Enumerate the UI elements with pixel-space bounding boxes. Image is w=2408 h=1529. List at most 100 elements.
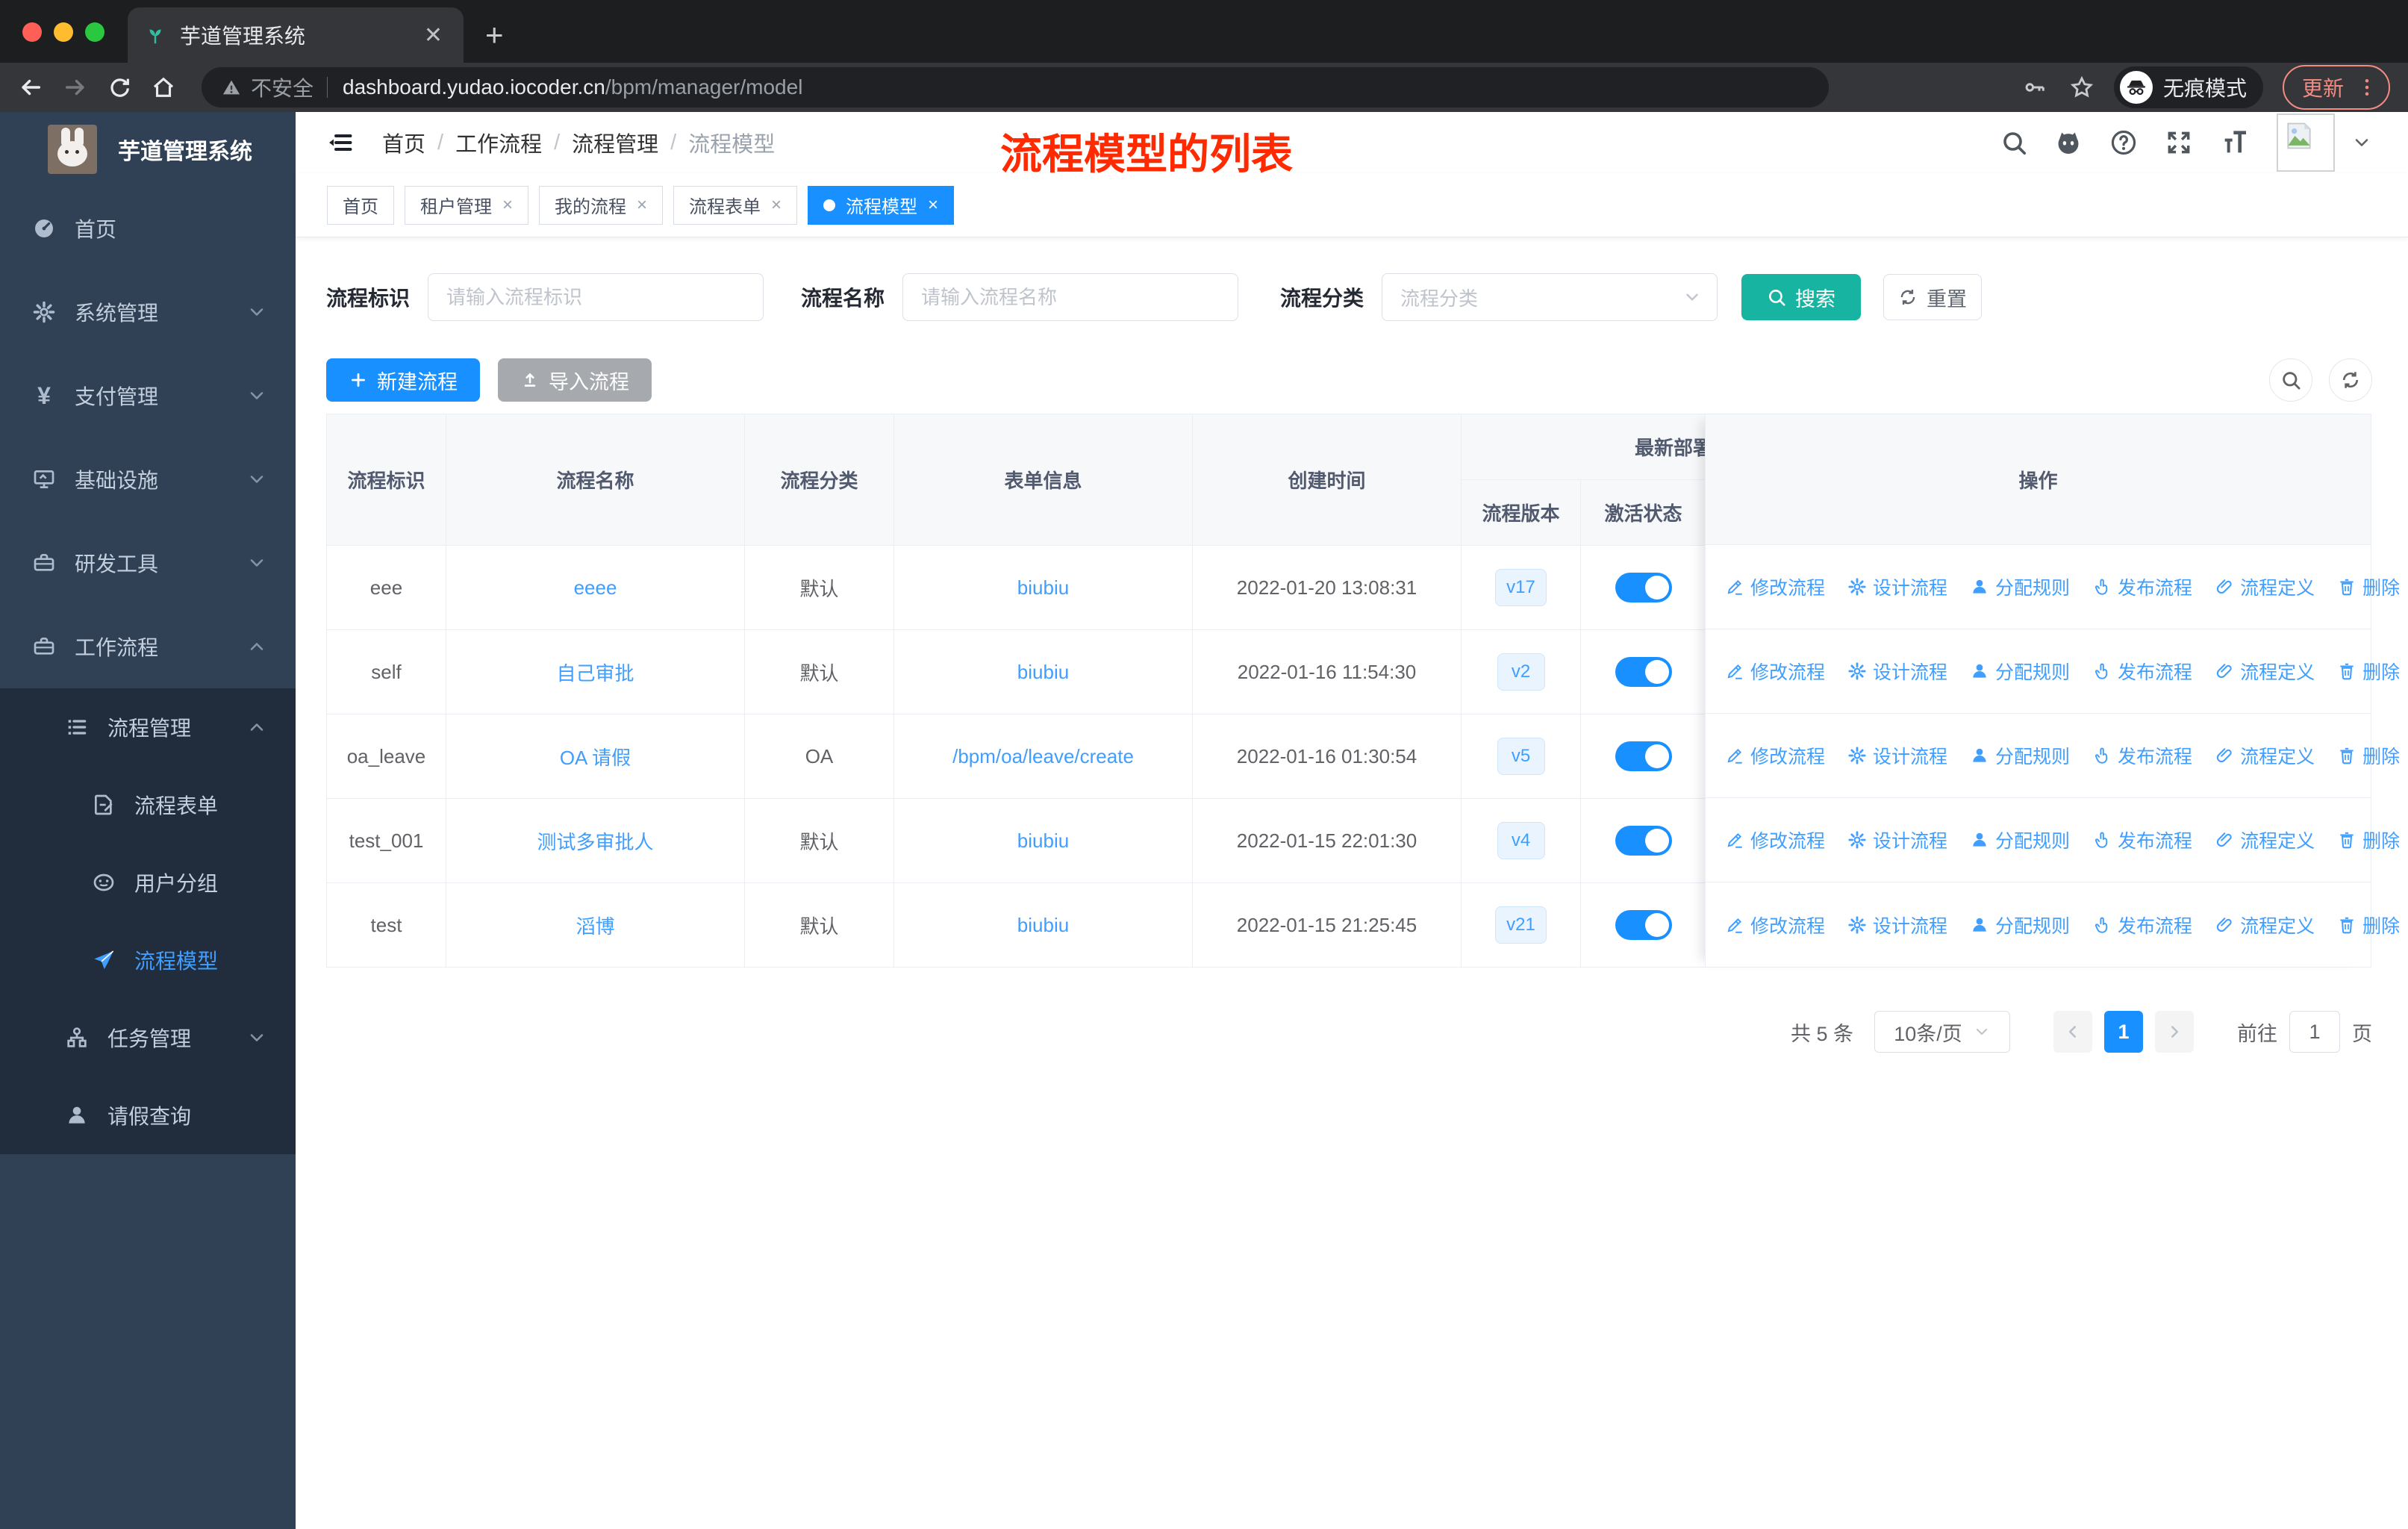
version-badge[interactable]: v5 (1497, 738, 1545, 775)
action-edit-link[interactable]: 修改流程 (1725, 658, 1825, 685)
avatar[interactable] (2277, 113, 2335, 172)
browser-menu-icon[interactable] (2356, 76, 2378, 99)
maximize-window-button[interactable] (85, 22, 105, 42)
close-tag-icon[interactable]: × (502, 195, 513, 216)
action-assign-link[interactable]: 分配规则 (1970, 573, 2070, 600)
tag-process-form[interactable]: 流程表单 × (673, 185, 798, 225)
avatar-caret-icon[interactable] (2351, 132, 2372, 153)
close-tag-icon[interactable]: × (771, 195, 782, 216)
action-design-link[interactable]: 设计流程 (1847, 573, 1947, 600)
action-definition-link[interactable]: 流程定义 (2215, 573, 2315, 600)
process-name-input[interactable] (902, 273, 1239, 321)
sidebar-item-task-management[interactable]: 任务管理 (0, 999, 296, 1077)
version-badge[interactable]: v2 (1497, 653, 1545, 691)
sidebar-item-system[interactable]: 系统管理 (0, 270, 296, 354)
form-info-link[interactable]: biubiu (1017, 661, 1069, 684)
category-select[interactable]: 流程分类 (1382, 273, 1718, 321)
breadcrumb-process-management[interactable]: 流程管理 (572, 127, 658, 158)
status-toggle[interactable] (1615, 657, 1672, 687)
status-toggle[interactable] (1615, 910, 1672, 940)
action-assign-link[interactable]: 分配规则 (1970, 742, 2070, 769)
sidebar-item-devtools[interactable]: 研发工具 (0, 521, 296, 605)
sidebar-item-process-form[interactable]: 流程表单 (0, 766, 296, 844)
tag-my-process[interactable]: 我的流程 × (539, 185, 664, 225)
process-name-link[interactable]: 滔博 (576, 912, 614, 939)
form-info-link[interactable]: biubiu (1017, 829, 1069, 853)
action-assign-link[interactable]: 分配规则 (1970, 912, 2070, 938)
action-edit-link[interactable]: 修改流程 (1725, 573, 1825, 600)
collapse-sidebar-icon[interactable] (327, 129, 354, 156)
action-delete-link[interactable]: 删除 (2337, 742, 2400, 769)
refresh-table-button[interactable] (2329, 358, 2372, 402)
action-edit-link[interactable]: 修改流程 (1725, 826, 1825, 853)
sidebar-item-leave-query[interactable]: 请假查询 (0, 1077, 296, 1154)
action-assign-link[interactable]: 分配规则 (1970, 658, 2070, 685)
version-badge[interactable]: v21 (1495, 906, 1547, 944)
action-delete-link[interactable]: 删除 (2337, 658, 2400, 685)
breadcrumb-workflow[interactable]: 工作流程 (455, 127, 542, 158)
status-toggle[interactable] (1615, 826, 1672, 856)
update-button[interactable]: 更新 (2282, 65, 2390, 110)
minimize-window-button[interactable] (54, 22, 73, 42)
window-controls[interactable] (22, 22, 105, 42)
status-toggle[interactable] (1615, 573, 1672, 602)
action-design-link[interactable]: 设计流程 (1847, 658, 1947, 685)
sidebar-item-infrastructure[interactable]: 基础设施 (0, 437, 296, 521)
app-logo[interactable]: 芋道管理系统 (0, 112, 296, 187)
action-delete-link[interactable]: 删除 (2337, 826, 2400, 853)
sidebar-item-process-model[interactable]: 流程模型 (0, 921, 296, 999)
page-size-select[interactable]: 10条/页 (1874, 1011, 2010, 1053)
address-bar[interactable]: 不安全 dashboard.yudao.iocoder.cn/bpm/manag… (202, 67, 1829, 108)
next-page-button[interactable] (2155, 1011, 2194, 1053)
close-tag-icon[interactable]: × (637, 195, 647, 216)
action-definition-link[interactable]: 流程定义 (2215, 658, 2315, 685)
search-button[interactable]: 搜索 (1741, 274, 1862, 320)
sidebar-item-process-management[interactable]: 流程管理 (0, 688, 296, 766)
action-publish-link[interactable]: 发布流程 (2092, 742, 2192, 769)
version-badge[interactable]: v17 (1495, 569, 1547, 606)
version-badge[interactable]: v4 (1497, 822, 1545, 859)
action-definition-link[interactable]: 流程定义 (2215, 912, 2315, 938)
page-number-button[interactable]: 1 (2104, 1011, 2143, 1053)
process-name-link[interactable]: 测试多审批人 (537, 827, 653, 855)
process-name-link[interactable]: eeee (574, 576, 617, 600)
action-edit-link[interactable]: 修改流程 (1725, 742, 1825, 769)
action-design-link[interactable]: 设计流程 (1847, 912, 1947, 938)
browser-tab[interactable]: 芋道管理系统 ✕ (128, 7, 464, 63)
action-design-link[interactable]: 设计流程 (1847, 742, 1947, 769)
sidebar-item-payment[interactable]: ¥ 支付管理 (0, 354, 296, 437)
tag-process-model[interactable]: 流程模型 × (808, 185, 955, 225)
tag-home[interactable]: 首页 (327, 185, 394, 225)
action-definition-link[interactable]: 流程定义 (2215, 742, 2315, 769)
sidebar-item-user-group[interactable]: 用户分组 (0, 844, 296, 921)
action-publish-link[interactable]: 发布流程 (2092, 826, 2192, 853)
reload-icon[interactable] (107, 75, 131, 99)
github-icon[interactable] (2054, 128, 2083, 157)
form-info-link[interactable]: biubiu (1017, 576, 1069, 600)
action-edit-link[interactable]: 修改流程 (1725, 912, 1825, 938)
sidebar-item-home[interactable]: 首页 (0, 187, 296, 270)
back-icon[interactable] (18, 75, 43, 100)
close-tag-icon[interactable]: × (928, 195, 938, 216)
goto-page-input[interactable] (2289, 1011, 2340, 1053)
process-id-input[interactable] (428, 273, 764, 321)
action-delete-link[interactable]: 删除 (2337, 912, 2400, 938)
action-publish-link[interactable]: 发布流程 (2092, 573, 2192, 600)
fullscreen-icon[interactable] (2165, 128, 2193, 157)
search-icon[interactable] (2000, 129, 2027, 156)
form-info-link[interactable]: biubiu (1017, 914, 1069, 937)
status-toggle[interactable] (1615, 741, 1672, 771)
reset-button[interactable]: 重置 (1883, 274, 1983, 320)
action-assign-link[interactable]: 分配规则 (1970, 826, 2070, 853)
prev-page-button[interactable] (2053, 1011, 2092, 1053)
help-icon[interactable] (2109, 128, 2138, 157)
close-window-button[interactable] (22, 22, 42, 42)
action-publish-link[interactable]: 发布流程 (2092, 658, 2192, 685)
action-design-link[interactable]: 设计流程 (1847, 826, 1947, 853)
process-name-link[interactable]: 自己审批 (556, 658, 634, 686)
home-icon[interactable] (151, 75, 176, 100)
bookmark-star-icon[interactable] (2069, 75, 2094, 100)
forward-icon[interactable] (63, 75, 88, 100)
form-info-link[interactable]: /bpm/oa/leave/create (952, 745, 1134, 768)
action-publish-link[interactable]: 发布流程 (2092, 912, 2192, 938)
